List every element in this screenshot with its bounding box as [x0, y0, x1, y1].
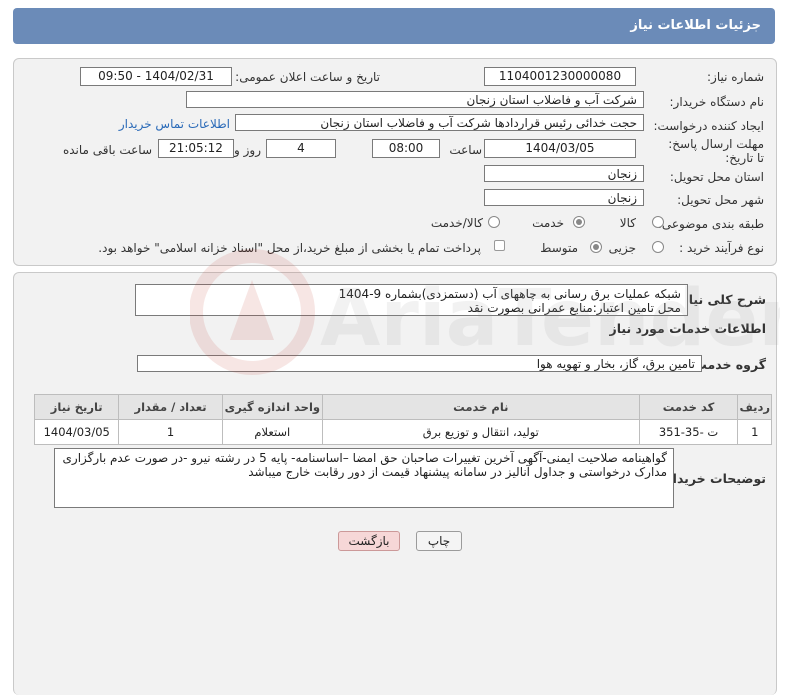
remaining-time-field: 21:05:12: [158, 139, 234, 158]
deadline-time-field: 08:00: [372, 139, 440, 158]
back-button[interactable]: بازگشت: [338, 531, 400, 551]
need-number-label: شماره نیاز:: [707, 70, 764, 84]
buyer-notes-label: توضیحات خریدار:: [660, 471, 766, 486]
page-header: جزئیات اطلاعات نیاز: [0, 0, 788, 48]
cell-code: ت -35-351: [638, 419, 739, 445]
process-type-label: نوع فرآیند خرید :: [679, 241, 764, 255]
buyer-contact-link[interactable]: اطلاعات تماس خریدار: [119, 117, 230, 131]
cell-name: تولید، انتقال و توزیع برق: [322, 419, 640, 445]
cell-qty: 1: [118, 419, 223, 445]
col-name: نام خدمت: [322, 394, 640, 420]
services-section-title: اطلاعات خدمات مورد نیاز: [609, 321, 767, 336]
summary-textarea: شبکه عملیات برق رسانی به چاههای آب (دستم…: [135, 284, 688, 316]
page-title: جزئیات اطلاعات نیاز: [630, 18, 761, 33]
creator-label: ایجاد کننده درخواست:: [653, 119, 764, 133]
col-date: تاریخ نیاز: [33, 394, 120, 420]
category-option-goods-service: کالا/خدمت: [430, 216, 483, 230]
process-option-medium: متوسط: [540, 241, 578, 255]
services-table-header: ردیف کد خدمت نام خدمت واحد اندازه گیری ت…: [33, 394, 772, 420]
deadline-time-label: ساعت: [449, 143, 482, 157]
summary-label: شرح کلی نیاز:: [676, 292, 766, 307]
print-button[interactable]: چاپ: [416, 531, 462, 551]
summary-line-1: شبکه عملیات برق رسانی به چاههای آب (دستم…: [338, 287, 681, 301]
cell-unit: استعلام: [221, 419, 324, 445]
buyer-notes-line-1: گواهینامه صلاحیت ایمنی-آگهی آخرین تغییرا…: [62, 451, 667, 465]
buyer-notes-line-2: مدارک درخواستی و جداول آنالیز در سامانه …: [248, 465, 667, 479]
category-radio-goods[interactable]: [652, 216, 664, 228]
process-radio-minor[interactable]: [652, 241, 664, 253]
deadline-date-field: 1404/03/05: [484, 139, 636, 158]
creator-field: حجت خدائی رئیس قراردادها شرکت آب و فاضلا…: [235, 114, 644, 131]
remaining-days-label: روز و: [234, 143, 261, 157]
city-field: زنجان: [484, 189, 644, 206]
header-bar: جزئیات اطلاعات نیاز: [13, 8, 775, 44]
category-option-service: خدمت: [532, 216, 564, 230]
summary-line-2: محل تامین اعتبار:منابع عمرانی بصورت نقد: [467, 301, 681, 315]
table-row: 1 ت -35-351 تولید، انتقال و توزیع برق اس…: [33, 419, 772, 445]
announce-date-label: تاریخ و ساعت اعلان عمومی:: [235, 70, 380, 84]
col-row: ردیف: [737, 394, 772, 420]
city-label: شهر محل تحویل:: [677, 193, 764, 207]
need-info-panel: [13, 58, 777, 266]
province-label: استان محل تحویل:: [669, 170, 764, 184]
process-option-minor: جزیی: [608, 241, 636, 255]
remaining-time-label: ساعت باقی مانده: [62, 143, 152, 157]
services-table: ردیف کد خدمت نام خدمت واحد اندازه گیری ت…: [33, 394, 772, 445]
announce-date-field: 1404/02/31 - 09:50: [80, 67, 232, 86]
col-code: کد خدمت: [638, 394, 739, 420]
category-radio-service[interactable]: [573, 216, 585, 228]
province-field: زنجان: [484, 165, 644, 182]
remaining-days-field: 4: [266, 139, 336, 158]
process-radio-medium[interactable]: [590, 241, 602, 253]
buyer-org-field: شرکت آب و فاضلاب استان زنجان: [186, 91, 644, 108]
cell-date: 1404/03/05: [33, 419, 120, 445]
service-group-field: تامین برق، گاز، بخار و تهویه هوا: [137, 355, 702, 372]
buyer-org-label: نام دستگاه خریدار:: [669, 95, 765, 109]
deadline-label: مهلت ارسال پاسخ: تا تاریخ:: [668, 137, 764, 165]
treasury-payment-note: پرداخت تمام یا بخشی از مبلغ خرید،از محل …: [98, 241, 481, 255]
category-option-goods: کالا: [619, 216, 636, 230]
category-label: طبقه بندی موضوعی:: [657, 217, 764, 231]
col-qty: تعداد / مقدار: [118, 394, 223, 420]
need-number-field: 1104001230000080: [484, 67, 636, 86]
treasury-payment-checkbox[interactable]: [494, 240, 505, 251]
col-unit: واحد اندازه گیری: [221, 394, 324, 420]
cell-row: 1: [737, 419, 772, 445]
category-radio-goods-service[interactable]: [488, 216, 500, 228]
buyer-notes-textarea: گواهینامه صلاحیت ایمنی-آگهی آخرین تغییرا…: [54, 448, 674, 508]
